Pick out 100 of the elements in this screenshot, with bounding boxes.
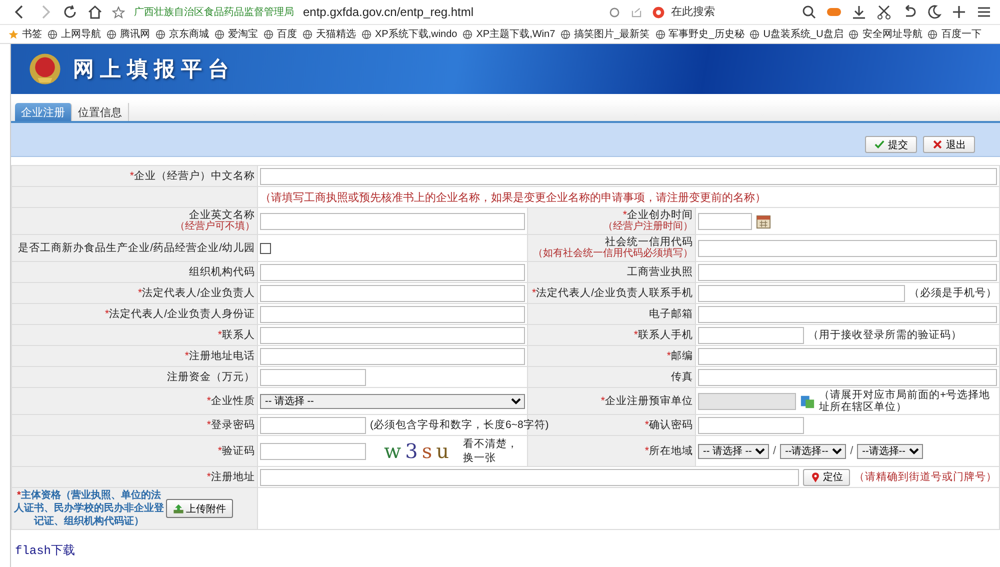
text-field[interactable] [260,306,525,322]
globe-icon [654,28,666,40]
text-field[interactable] [260,212,525,230]
upload-button[interactable]: 上传附件 [166,499,233,518]
text-field[interactable] [260,284,525,302]
download-icon[interactable] [851,4,867,20]
date-field[interactable] [698,212,752,230]
field-label: *法定代表人/企业负责人身份证 [104,308,255,320]
bookmark-item[interactable]: 百度一下 [927,27,982,41]
share-icon[interactable] [630,6,643,18]
checkbox[interactable] [260,242,271,254]
text-field[interactable] [698,368,997,386]
bookmark-item[interactable]: 军事野史_历史秘 [654,27,744,41]
field-label: 电子邮箱 [649,308,693,320]
field-label: *企业注册预审单位 [600,395,693,407]
star-icon [8,28,19,40]
hint-text: (必须包含字母和数字，长度6~8字符) [370,418,549,432]
bookmark-item[interactable]: XP主题下载,Win7 [462,27,556,41]
scissors-icon[interactable] [876,4,892,20]
upload-icon [173,503,184,514]
select-dropdown[interactable]: -- 请选择 -- [698,444,769,458]
bookmark-item[interactable]: U盘装系统_U盘启 [749,27,844,41]
text-field[interactable] [698,264,997,280]
text-field[interactable] [260,468,799,486]
globe-icon [560,28,572,40]
bookmark-item[interactable]: 爱淘宝 [214,27,258,41]
hint-text: （请精确到街道号或门牌号） [854,470,997,484]
select-dropdown[interactable]: -- 请选择 -- [260,394,525,408]
captcha-field[interactable] [260,442,366,460]
emblem-icon [27,51,63,87]
field-label: 传真 [671,371,693,383]
moon-icon[interactable] [926,4,942,20]
bookmark-item[interactable]: 安全网址导航 [848,27,922,41]
bookmark-item[interactable]: 天猫精选 [302,27,356,41]
field-label: 是否工商新办食品生产企业/药品经营企业/幼儿园 [18,242,255,254]
field-label: *企业性质 [206,395,255,407]
field-sublabel: （经营户可不填） [174,221,255,233]
site-title: 广西壮族自治区食品药品监督管理局 [134,6,294,19]
text-field[interactable] [698,416,804,434]
submit-button[interactable]: 提交 [865,136,917,153]
note-text: （请填写工商执照或预先核准书上的企业名称，如果是变更企业名称的申请事项，请注册变更前的名称） [260,192,766,204]
tab[interactable]: 位置信息 [72,103,129,121]
reload-icon[interactable] [62,4,78,20]
bookmark-item[interactable]: XP系统下载,windo [361,27,458,41]
bookmark-item[interactable]: 腾讯网 [106,27,150,41]
hint-text: （请展开对应市局前面的+号选择地址所在辖区单位） [819,389,992,413]
text-field[interactable] [260,264,525,280]
address-url[interactable]: entp.gxfda.gov.cn/entp_reg.html [303,5,474,19]
globe-icon [155,28,166,40]
text-field[interactable] [260,326,525,344]
field-label: *邮编 [666,350,693,362]
calendar-icon[interactable] [756,214,771,228]
text-field[interactable] [698,348,997,364]
text-field[interactable] [698,240,997,256]
new-tab-icon[interactable] [951,4,967,20]
text-field[interactable] [698,284,905,302]
bookmark-item[interactable]: 上网导航 [47,27,101,41]
text-field[interactable] [260,168,997,184]
star-icon[interactable] [112,6,125,18]
refresh-link[interactable]: 看不清楚，换一张 [463,437,525,465]
bookmark-item[interactable]: 京东商城 [155,27,209,41]
field-label: 组织机构代码 [189,266,255,278]
field-label: 企业英文名称 [189,209,255,221]
check-icon [874,139,885,150]
globe-icon [106,28,117,40]
locate-button[interactable]: 定位 [803,468,850,486]
field-label: *登录密码 [206,419,255,431]
text-field[interactable] [698,326,804,344]
text-field[interactable] [260,416,366,434]
close-icon [932,139,943,150]
globe-icon [263,28,274,40]
text-field[interactable] [260,348,525,364]
select-dropdown[interactable]: --请选择-- [780,444,846,458]
field-label: *联系人手机 [634,329,693,341]
globe-icon [848,28,860,40]
field-label: *注册地址 [206,471,255,483]
field-sublabel: （如有社会统一信用代码必须填写） [532,248,693,260]
bookmark-item[interactable]: 百度 [263,27,297,41]
field-label: *企业创办时间 [622,209,693,221]
text-field[interactable] [260,368,366,386]
globe-icon [47,28,58,40]
field-label: *确认密码 [644,419,693,431]
bookmark-item[interactable]: 搞笑图片_最新笑 [560,27,650,41]
search-icon[interactable] [801,4,817,20]
search-engine-icon[interactable] [652,6,665,18]
text-field[interactable] [698,306,997,322]
flash-download-link[interactable]: flash下载 [15,544,76,558]
field-label: 注册资金（万元） [167,371,255,383]
exit-button[interactable]: 退出 [923,136,975,153]
button-label: 退出 [946,138,966,152]
tree-picker-icon[interactable] [800,394,815,408]
select-dropdown[interactable]: --请选择-- [857,444,924,458]
pin-icon [810,472,821,482]
globe-icon [749,28,760,40]
field-label: *注册地址电话 [184,350,255,362]
bookmark-item[interactable]: 书签 [8,27,42,41]
home-icon[interactable] [87,4,103,20]
globe-icon [927,28,938,40]
platform-title: 网上填报平台 [73,56,235,83]
button-label: 提交 [888,138,908,152]
